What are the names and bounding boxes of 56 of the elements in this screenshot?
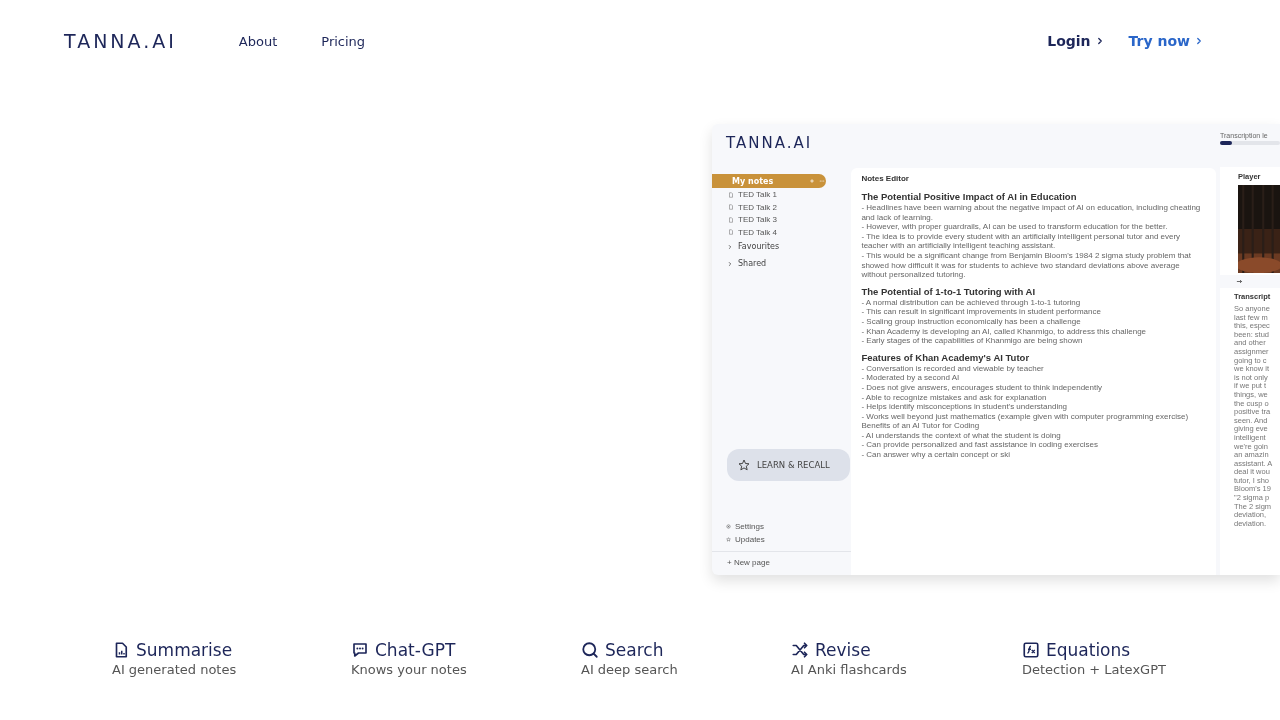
- feature-subtitle: AI Anki flashcards: [791, 662, 908, 677]
- note-line: - Does not give answers, encourages student to think independently: [861, 382, 1103, 393]
- note-line: - Can answer why a certain concept or ski: [861, 450, 1011, 460]
- login-link[interactable]: Login: [1047, 33, 1105, 49]
- note-line: - Able to recognize mistakes and ask for explanation: [861, 392, 1048, 403]
- note-line: - Early stages of the capabilities of Khanmigo are being shown: [861, 336, 1084, 346]
- sidebar-link[interactable]: Updates: [735, 535, 765, 544]
- note-line: - Can provide personalized and fast assistance in coding exercises: [861, 440, 1099, 451]
- note-line: Benefits of an AI Tutor for Coding: [861, 421, 981, 431]
- search-icon: [581, 641, 599, 659]
- feature-subtitle: AI deep search: [581, 662, 679, 677]
- note-heading: Features of Khan Academy's AI Tutor: [861, 351, 1031, 363]
- logo[interactable]: TANNA.AI: [64, 30, 177, 52]
- note-line: - A normal distribution can be achieved through 1-to-1 tutoring: [861, 297, 1082, 308]
- note-line: - The idea is to provide every student with an artificially intelligent personal tutor and every teacher with an artificially intelligent teaching assistant.: [861, 231, 1182, 251]
- feature-title: Summarise: [136, 640, 233, 660]
- note-heading: The Potential Positive Impact of AI in Education: [861, 191, 1078, 202]
- shuffle-icon: [791, 641, 809, 659]
- app-logo: TANNA.AI: [726, 134, 813, 152]
- note-line: - This would be a significant change from Benjamin Bloom's 1984 2 sigma study problem that showed how difficult it was for students to achieve two standard deviations above average without personalized tutoring.: [861, 250, 1192, 280]
- feature-title: Chat-GPT: [375, 640, 456, 660]
- try-now-link[interactable]: Try now: [1128, 33, 1204, 49]
- folder-item[interactable]: Favourites: [738, 242, 780, 251]
- note-item[interactable]: TED Talk 1: [738, 190, 777, 200]
- note-line: - Moderated by a second AI: [861, 373, 961, 383]
- feature-title: Revise: [815, 640, 871, 660]
- star-icon: [726, 537, 731, 542]
- note-line: - AI understands the context of what the student is doing: [861, 430, 1062, 441]
- note-line: - Khan Academy is developing an AI, called Khanmigo, to address this challenge: [861, 326, 1148, 337]
- chat-icon: [351, 641, 369, 659]
- chevron-icon: [1194, 36, 1204, 46]
- note-heading: The Potential of 1-to-1 Tutoring with AI: [861, 285, 1037, 297]
- feature-subtitle: AI generated notes: [112, 662, 238, 677]
- note-item[interactable]: TED Talk 2: [738, 202, 777, 212]
- note-line: - Scaling group instruction economically has been a challenge: [861, 316, 1082, 327]
- learn-recall-button[interactable]: LEARN & RECALL: [727, 449, 850, 481]
- note-line: - Headlines have been warning about the negative impact of AI on education, including cheating and lack of learning.: [861, 203, 1202, 223]
- folder-item[interactable]: Shared: [738, 259, 767, 268]
- note-line: - Conversation is recorded and viewable by teacher: [861, 363, 1045, 374]
- note-line: - This can result in significant improvements in student performance: [861, 307, 1102, 317]
- function-icon: [1022, 641, 1040, 659]
- feature-subtitle: Detection + LatexGPT: [1022, 662, 1167, 677]
- star-icon: [738, 459, 750, 471]
- note-line: - However, with proper guardrails, AI can be used to transform education for the better.: [861, 222, 1169, 232]
- note-item[interactable]: TED Talk 4: [738, 227, 777, 237]
- note-item[interactable]: TED Talk 3: [738, 215, 777, 225]
- editor-title: Notes Editor: [861, 174, 910, 183]
- feature-title: Search: [605, 640, 664, 660]
- arrow-icon: [1236, 278, 1243, 285]
- feature-subtitle: Knows your notes: [351, 662, 468, 677]
- nav-link[interactable]: Pricing: [321, 33, 366, 49]
- nav-link[interactable]: About: [238, 33, 278, 49]
- note-line: - Helps identify misconceptions in student's understanding: [861, 402, 1069, 412]
- sidebar-link[interactable]: Settings: [735, 522, 764, 531]
- note-line: - Works well beyond just mathematics (example given with computer programming exercise): [861, 411, 1190, 422]
- feature-title: Equations: [1046, 640, 1131, 660]
